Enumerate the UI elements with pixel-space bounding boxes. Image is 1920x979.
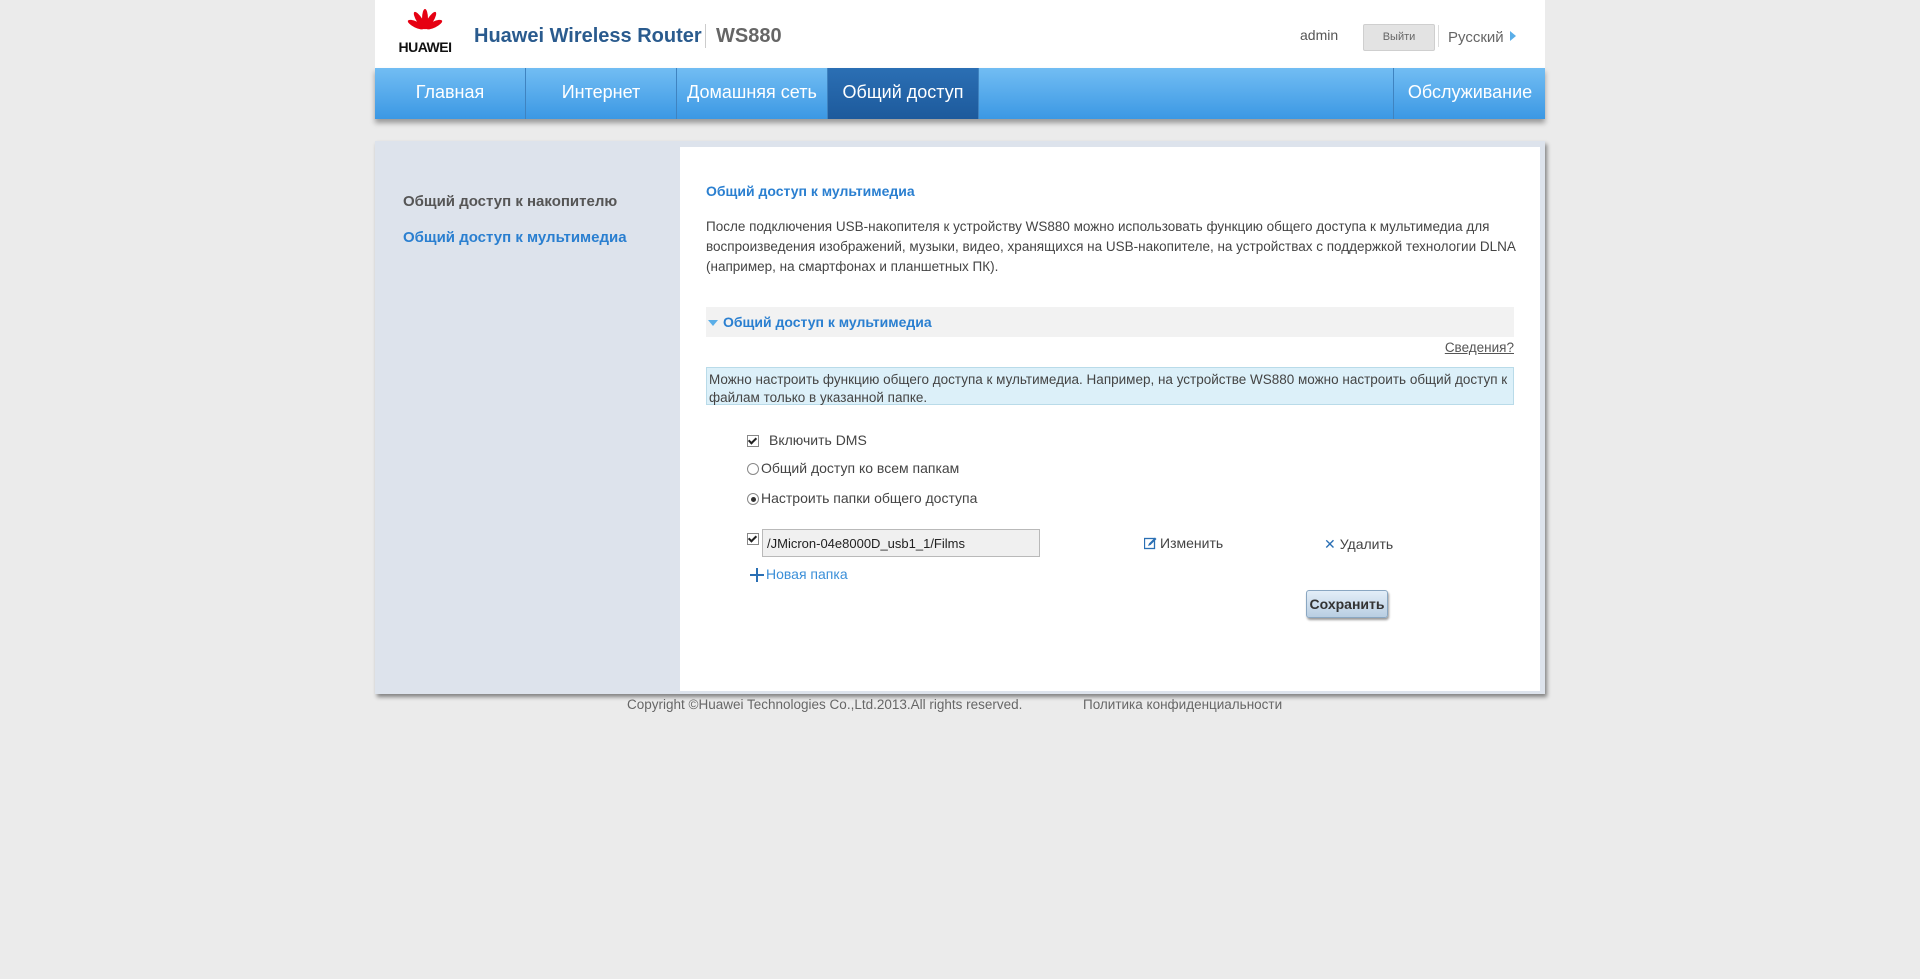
- header: HUAWEI Huawei Wireless Router WS880 admi…: [375, 0, 1545, 68]
- folder-checkbox[interactable]: [747, 533, 759, 545]
- edit-label: Изменить: [1160, 535, 1224, 551]
- logo-text: HUAWEI: [398, 39, 453, 55]
- logout-button[interactable]: Выйти: [1363, 24, 1435, 51]
- info-box: Можно настроить функцию общего доступа к…: [706, 367, 1514, 405]
- language-label: Русский: [1448, 29, 1504, 46]
- page-title: Общий доступ к мультимедиа: [706, 183, 915, 199]
- edit-button[interactable]: Изменить: [1144, 535, 1223, 551]
- enable-dms-label: Включить DMS: [769, 432, 867, 448]
- nav-home[interactable]: Главная: [375, 68, 526, 119]
- edit-icon: [1144, 537, 1157, 550]
- delete-button[interactable]: ✕ Удалить: [1324, 536, 1393, 553]
- new-folder-button[interactable]: Новая папка: [750, 566, 848, 582]
- section-header[interactable]: Общий доступ к мультимедиа: [706, 307, 1514, 337]
- privacy-policy-link[interactable]: Политика конфиденциальности: [1083, 697, 1282, 712]
- help-link[interactable]: Сведения?: [1445, 340, 1514, 355]
- arrow-right-icon: [1509, 31, 1516, 41]
- brand-divider: [705, 24, 706, 48]
- custom-folders-label: Настроить папки общего доступа: [761, 490, 978, 506]
- huawei-logo: HUAWEI: [395, 8, 455, 56]
- share-all-folders-label: Общий доступ ко всем папкам: [761, 460, 960, 476]
- share-all-folders-radio[interactable]: [747, 463, 759, 475]
- username: admin: [1300, 27, 1339, 43]
- brand-title: Huawei Wireless Router: [474, 25, 702, 47]
- nav-home-network[interactable]: Домашняя сеть: [677, 68, 828, 119]
- delete-label: Удалить: [1339, 536, 1394, 552]
- lang-divider: [1438, 25, 1439, 47]
- huawei-petals-icon: [407, 9, 443, 30]
- chevron-down-icon: [708, 320, 718, 326]
- model-name: WS880: [716, 25, 782, 47]
- enable-dms-checkbox[interactable]: [747, 435, 759, 447]
- section-title: Общий доступ к мультимедиа: [723, 314, 932, 330]
- language-selector[interactable]: Русский: [1448, 29, 1516, 46]
- folder-path-field[interactable]: /JMicron-04e8000D_usb1_1/Films: [762, 529, 1040, 557]
- save-button[interactable]: Сохранить: [1306, 590, 1388, 618]
- content-panel: Общий доступ к накопителю Общий доступ к…: [375, 141, 1545, 694]
- plus-icon: [750, 568, 764, 582]
- nav-sharing[interactable]: Общий доступ: [828, 68, 979, 119]
- close-icon: ✕: [1324, 536, 1336, 552]
- main-content: Общий доступ к мультимедиа После подключ…: [680, 147, 1540, 691]
- sidebar-item-storage-sharing[interactable]: Общий доступ к накопителю: [403, 193, 617, 210]
- main-nav: Главная Интернет Домашняя сеть Общий дос…: [375, 68, 1545, 119]
- nav-internet[interactable]: Интернет: [526, 68, 677, 119]
- sidebar-item-media-sharing[interactable]: Общий доступ к мультимедиа: [403, 229, 627, 246]
- page-description: После подключения USB-накопителя к устро…: [706, 219, 1516, 274]
- new-folder-label: Новая папка: [766, 566, 848, 582]
- nav-maintenance[interactable]: Обслуживание: [1393, 68, 1546, 119]
- copyright-text: Copyright ©Huawei Technologies Co.,Ltd.2…: [627, 697, 1023, 712]
- custom-folders-radio[interactable]: [747, 493, 759, 505]
